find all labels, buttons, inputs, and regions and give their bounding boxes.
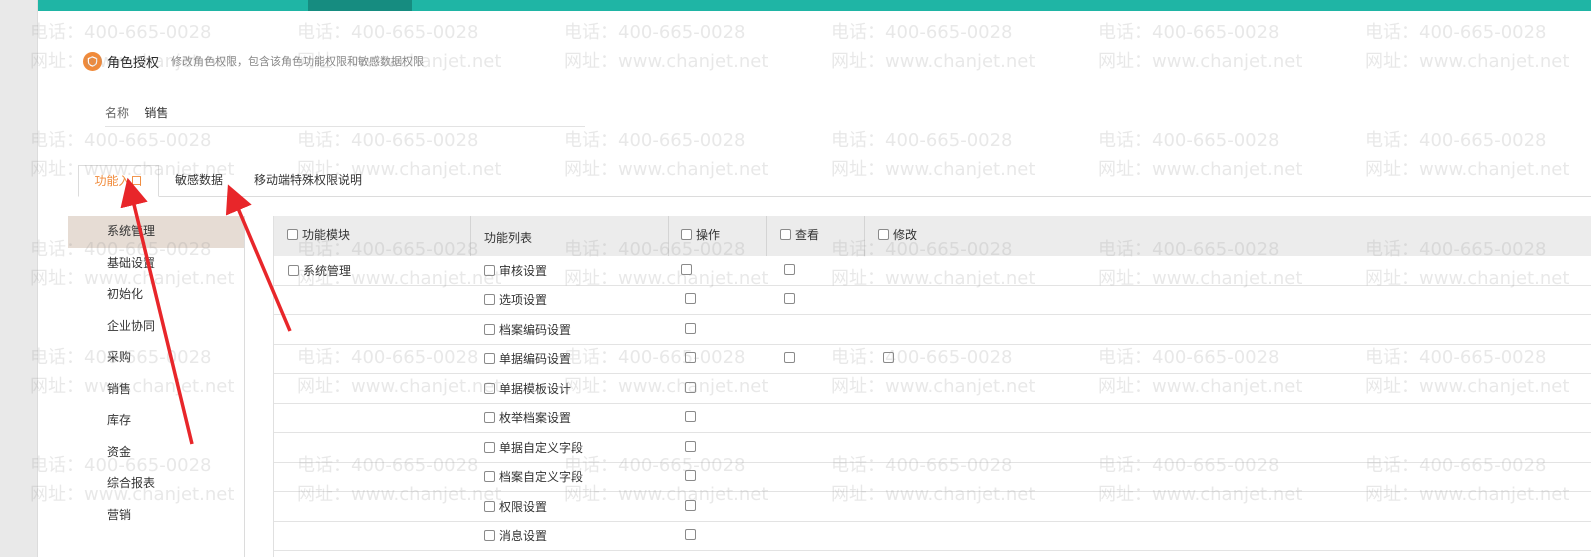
category-item[interactable]: 资金 <box>68 437 244 469</box>
category-item[interactable]: 销售 <box>68 374 244 406</box>
operate-checkbox[interactable] <box>685 382 696 393</box>
row-divider <box>274 550 1591 551</box>
view-checkbox[interactable] <box>784 352 795 363</box>
header-module: 功能模块 <box>287 216 350 252</box>
function-checkbox[interactable] <box>484 293 495 305</box>
row-divider <box>274 491 1591 492</box>
modify-checkbox[interactable] <box>883 352 894 363</box>
view-checkbox[interactable] <box>784 293 795 304</box>
header-view: 查看 <box>780 216 819 252</box>
function-checkbox[interactable] <box>484 411 495 423</box>
function-cell: 单据编码设置 <box>484 351 571 366</box>
page-description: 修改角色权限，包含该角色功能权限和敏感数据权限 <box>171 56 425 68</box>
header-operate: 操作 <box>681 216 720 252</box>
role-name-value: 销售 <box>144 106 169 120</box>
function-cell: 权限设置 <box>484 499 547 514</box>
row-divider <box>274 285 1591 286</box>
row-divider <box>274 373 1591 374</box>
category-item[interactable]: 初始化 <box>68 279 244 311</box>
category-item[interactable]: 综合报表 <box>68 468 244 500</box>
category-item[interactable]: 采购 <box>68 342 244 374</box>
category-item[interactable]: 营销 <box>68 500 244 532</box>
category-item[interactable]: 基础设置 <box>68 248 244 280</box>
function-cell: 档案编码设置 <box>484 322 571 337</box>
operate-checkbox[interactable] <box>685 500 696 511</box>
operate-checkbox[interactable] <box>685 529 696 540</box>
function-cell: 消息设置 <box>484 528 547 543</box>
watermark-text: 电话：400-665-0028 网址：www.chanjet.net <box>831 22 1036 72</box>
function-checkbox[interactable] <box>484 323 495 335</box>
function-checkbox[interactable] <box>484 529 495 541</box>
tab-function-entry[interactable]: 功能入口 <box>78 165 159 197</box>
operate-checkbox[interactable] <box>685 411 696 422</box>
tab-sensitive-data[interactable]: 敏感数据 <box>162 165 236 196</box>
left-sidebar-strip <box>0 0 38 557</box>
header-modify: 修改 <box>878 216 917 252</box>
select-all-view-checkbox[interactable] <box>780 228 791 240</box>
column-divider <box>470 216 471 256</box>
function-cell: 档案自定义字段 <box>484 469 583 484</box>
function-checkbox[interactable] <box>484 352 495 364</box>
category-item[interactable]: 系统管理 <box>68 216 244 248</box>
operate-checkbox[interactable] <box>685 441 696 452</box>
function-checkbox[interactable] <box>484 382 495 394</box>
module-checkbox[interactable] <box>288 264 299 276</box>
category-item[interactable]: 企业协同 <box>68 311 244 343</box>
view-checkbox[interactable] <box>784 264 795 275</box>
column-divider <box>668 216 669 256</box>
tab-bar: 功能入口 敏感数据 移动端特殊权限说明 <box>78 165 1591 197</box>
top-nav-active-tab[interactable] <box>308 0 412 11</box>
shield-icon <box>83 51 102 71</box>
row-divider <box>274 521 1591 522</box>
function-cell: 单据自定义字段 <box>484 440 583 455</box>
operate-checkbox[interactable] <box>685 323 696 334</box>
watermark-text: 电话：400-665-0028 网址：www.chanjet.net <box>1098 22 1303 72</box>
module-cell: 系统管理 <box>288 263 351 278</box>
table-header: 功能模块 功能列表 操作 查看 修改 <box>274 216 1591 256</box>
row-divider <box>274 344 1591 345</box>
select-all-modify-checkbox[interactable] <box>878 228 889 240</box>
role-name-label: 名称 <box>105 106 130 120</box>
operate-checkbox[interactable] <box>685 293 696 304</box>
function-cell: 枚举档案设置 <box>484 410 571 425</box>
row-divider <box>274 462 1591 463</box>
function-cell: 审核设置 <box>484 263 547 278</box>
function-checkbox[interactable] <box>484 470 495 482</box>
row-divider <box>274 432 1591 433</box>
tab-mobile-permission-notes[interactable]: 移动端特殊权限说明 <box>248 165 368 196</box>
permission-table: 功能模块 功能列表 操作 查看 修改 系统管理 审核设置 选项设置 档案编码设置… <box>273 216 1591 557</box>
function-cell: 选项设置 <box>484 292 547 307</box>
page-header: 角色授权 修改角色权限，包含该角色功能权限和敏感数据权限 <box>83 51 424 71</box>
function-checkbox[interactable] <box>484 264 495 276</box>
row-divider <box>274 314 1591 315</box>
role-name-field: 名称 销售 <box>105 104 585 127</box>
operate-checkbox[interactable] <box>685 470 696 481</box>
function-cell: 单据模板设计 <box>484 381 571 396</box>
function-checkbox[interactable] <box>484 500 495 512</box>
page-title: 角色授权 <box>107 54 160 70</box>
row-divider <box>274 403 1591 404</box>
category-item[interactable]: 库存 <box>68 405 244 437</box>
category-list: 系统管理 基础设置 初始化 企业协同 采购 销售 库存 资金 综合报表 营销 <box>68 216 245 557</box>
column-divider <box>864 216 865 256</box>
operate-checkbox[interactable] <box>681 264 692 275</box>
column-divider <box>766 216 767 256</box>
watermark-text: 电话：400-665-0028 网址：www.chanjet.net <box>1365 22 1570 72</box>
select-all-modules-checkbox[interactable] <box>287 228 298 240</box>
select-all-operate-checkbox[interactable] <box>681 228 692 240</box>
function-checkbox[interactable] <box>484 441 495 453</box>
header-functions: 功能列表 <box>484 230 533 245</box>
top-nav-bar <box>38 0 1591 11</box>
watermark-text: 电话：400-665-0028 网址：www.chanjet.net <box>564 22 769 72</box>
operate-checkbox[interactable] <box>685 352 696 363</box>
